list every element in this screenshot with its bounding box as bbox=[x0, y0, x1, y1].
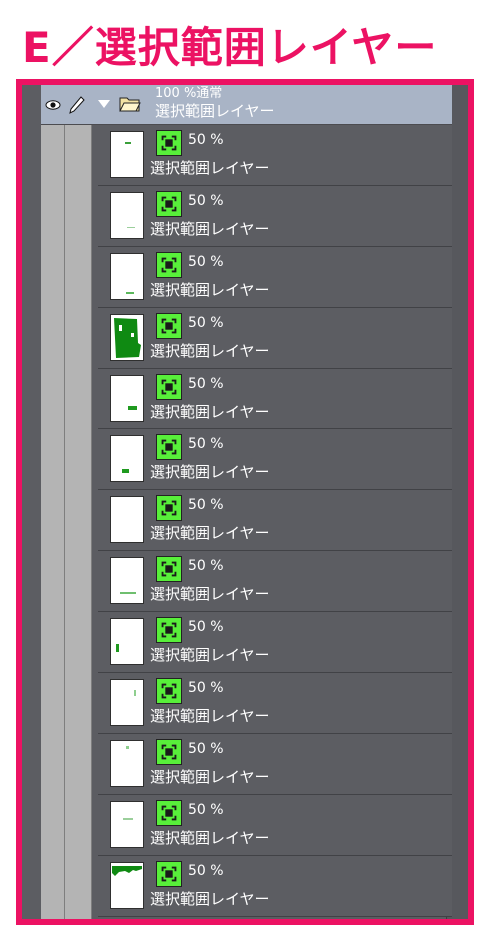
layer-name: 選択範囲レイヤー bbox=[150, 280, 270, 299]
selection-layer-icon bbox=[156, 738, 182, 765]
panel-left-strip bbox=[22, 85, 41, 919]
layer-name: 選択範囲レイヤー bbox=[150, 646, 270, 665]
layer-opacity: 50 % bbox=[188, 740, 224, 757]
layer-thumbnail bbox=[110, 252, 144, 300]
layer-opacity: 50 % bbox=[188, 497, 224, 514]
layer-name: 選択範囲レイヤー bbox=[150, 767, 270, 786]
layer-row[interactable]: 50 % 選択範囲レイヤー bbox=[98, 185, 452, 247]
layer-list: 50 % 選択範囲レイヤー 50 % 選択範囲レイヤー 50 % 選択範囲レイヤー 50 %… bbox=[98, 125, 452, 917]
layer-row[interactable]: 50 % 選択範囲レイヤー bbox=[98, 125, 452, 186]
layer-opacity: 50 % bbox=[188, 862, 224, 879]
layer-opacity: 50 % bbox=[188, 558, 224, 575]
layer-thumbnail bbox=[110, 191, 144, 239]
layer-opacity: 50 % bbox=[188, 801, 224, 818]
layer-thumbnail bbox=[110, 861, 144, 909]
layer-row[interactable]: 50 % 選択範囲レイヤー bbox=[98, 490, 452, 552]
selection-layer-icon bbox=[156, 190, 182, 217]
layer-thumbnail bbox=[110, 739, 144, 787]
layer-name: 選択範囲レイヤー bbox=[150, 585, 270, 604]
layer-row[interactable]: 50 % 選択範囲レイヤー bbox=[98, 246, 452, 308]
layer-name: 選択範囲レイヤー bbox=[150, 707, 270, 726]
layer-thumbnail bbox=[110, 557, 144, 605]
layer-panel: 100 %通常 選択範囲レイヤー 50 % 選択範囲レイヤー 50 % 選択範囲レイヤ… bbox=[16, 79, 474, 925]
layer-name: 選択範囲レイヤー bbox=[150, 524, 270, 543]
layer-opacity: 50 % bbox=[188, 132, 224, 148]
layer-opacity: 50 % bbox=[188, 436, 224, 453]
layer-thumbnail bbox=[110, 131, 144, 178]
layer-row[interactable]: 50 % 選択範囲レイヤー bbox=[98, 794, 452, 856]
selection-layer-icon bbox=[156, 556, 182, 583]
layer-row[interactable]: 50 % 選択範囲レイヤー bbox=[98, 429, 452, 491]
folder-icon bbox=[119, 97, 141, 112]
layer-opacity: 50 % bbox=[188, 314, 224, 331]
selection-layer-icon bbox=[156, 860, 182, 887]
layer-thumbnail bbox=[110, 313, 144, 361]
layer-name: 選択範囲レイヤー bbox=[150, 889, 270, 908]
folder-opacity-mode: 100 %通常 bbox=[155, 86, 223, 101]
layer-folder[interactable]: 100 %通常 選択範囲レイヤー bbox=[41, 85, 452, 125]
lock-column[interactable] bbox=[65, 85, 92, 919]
layer-thumbnail bbox=[110, 496, 144, 544]
layer-name: 選択範囲レイヤー bbox=[150, 463, 270, 482]
selection-layer-icon bbox=[156, 312, 182, 339]
selection-layer-icon bbox=[156, 495, 182, 522]
layer-thumbnail bbox=[110, 800, 144, 848]
layer-name: 選択範囲レイヤー bbox=[150, 828, 270, 847]
visibility-column[interactable] bbox=[41, 85, 65, 919]
layer-name: 選択範囲レイヤー bbox=[150, 159, 270, 177]
layer-thumbnail bbox=[110, 679, 144, 727]
layer-name: 選択範囲レイヤー bbox=[150, 402, 270, 421]
selection-layer-icon bbox=[156, 434, 182, 461]
selection-layer-icon bbox=[156, 130, 182, 156]
folder-expand-icon[interactable] bbox=[98, 100, 110, 108]
layer-name: 選択範囲レイヤー bbox=[150, 341, 270, 360]
layer-opacity: 50 % bbox=[188, 253, 224, 270]
layer-row[interactable]: 50 % 選択範囲レイヤー bbox=[98, 612, 452, 674]
layer-thumbnail bbox=[110, 618, 144, 666]
selection-layer-icon bbox=[156, 799, 182, 826]
layer-row[interactable]: 50 % 選択範囲レイヤー bbox=[98, 368, 452, 430]
layer-opacity: 50 % bbox=[188, 619, 224, 636]
layer-thumbnail bbox=[110, 435, 144, 483]
layer-name: 選択範囲レイヤー bbox=[150, 219, 270, 238]
layer-row[interactable]: 50 % 選択範囲レイヤー bbox=[98, 733, 452, 795]
layer-row[interactable]: 50 % 選択範囲レイヤー bbox=[98, 855, 452, 917]
pen-icon[interactable] bbox=[69, 96, 85, 114]
selection-layer-icon bbox=[156, 373, 182, 400]
eye-icon[interactable] bbox=[45, 97, 61, 113]
layer-row[interactable]: 50 % 選択範囲レイヤー bbox=[98, 673, 452, 734]
selection-layer-icon bbox=[156, 617, 182, 644]
layer-opacity: 50 % bbox=[188, 680, 224, 697]
selection-layer-icon bbox=[156, 251, 182, 278]
layer-row[interactable]: 50 % 選択範囲レイヤー bbox=[98, 551, 452, 613]
folder-name: 選択範囲レイヤー bbox=[155, 102, 275, 120]
layer-opacity: 50 % bbox=[188, 192, 224, 209]
layer-row[interactable]: 50 % 選択範囲レイヤー bbox=[98, 307, 452, 369]
layer-opacity: 50 % bbox=[188, 375, 224, 392]
page-title: E／選択範囲レイヤー bbox=[22, 23, 438, 72]
layer-thumbnail bbox=[110, 374, 144, 422]
selection-layer-icon bbox=[156, 678, 182, 705]
